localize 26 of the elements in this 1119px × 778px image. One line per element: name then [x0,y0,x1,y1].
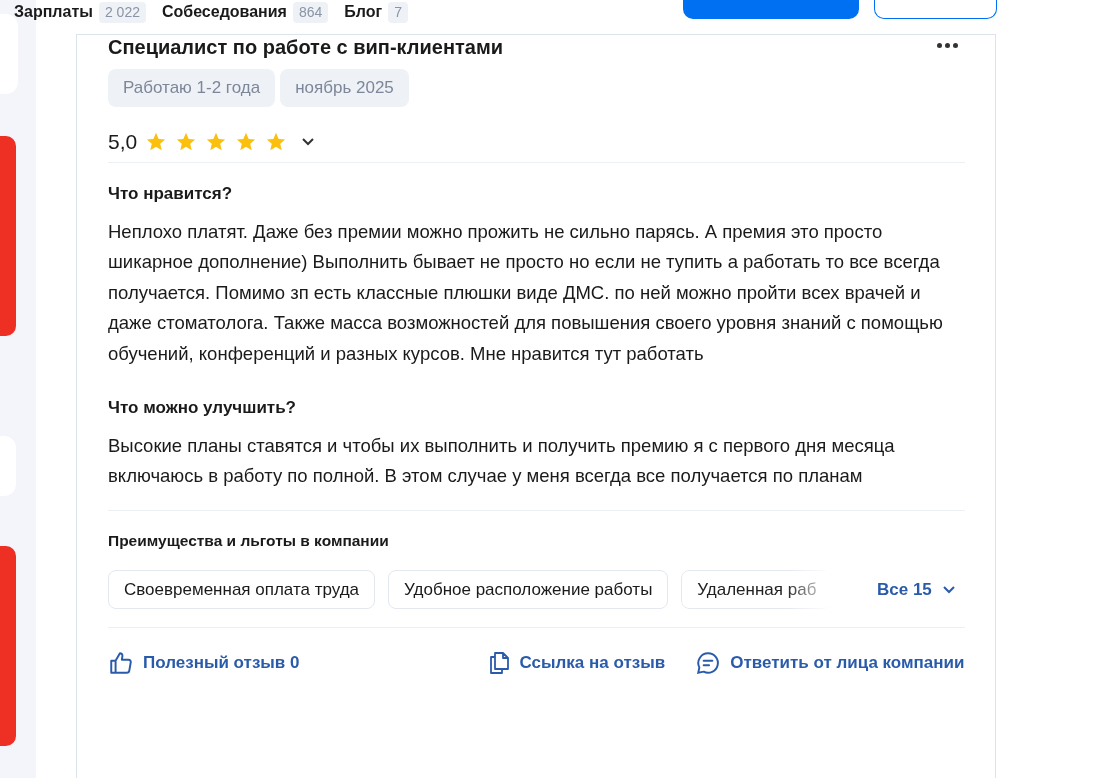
count-badge: 864 [292,1,329,23]
action-link[interactable]: Ссылка на отзыв [486,650,666,677]
chevron-down-icon [941,584,956,595]
benefit-chip: Своевременная оплата труда [108,570,376,610]
review-title: Специалист по работе с вип-клиентами [108,35,504,59]
nav-link[interactable]: Собеседования [161,0,287,24]
section-heading: Что можно улучшить? [108,397,297,420]
action-link[interactable]: Ответить от лица компании [695,650,965,677]
nav-link[interactable]: Блог [344,0,383,24]
thumbs-up-icon [108,650,134,677]
count-badge: 2 022 [98,1,146,23]
review-text: Неплохо платят. Даже без премии можно прожить не сильно парясь. А премия это просто шикарное дополнение) Выполнить бывает не просто но если не тупить а работать то все всегда получается. Помимо зп есть классные плюшки виде ДМС. по ней можно пройти всех врачей и даже стоматолога. Также масса возможностей для повышения своего уровня знаний с помощью обучений, конференций и разных курсов. Мне нравится тут работать [108,220,944,366]
count-badge: 7 [388,1,408,23]
section-heading: Что нравится? [108,183,234,205]
tag: ноябрь 2025 [280,69,409,107]
rating-value: 5,0 [108,128,138,155]
benefit-chip: Удобное расположение работы [388,570,669,610]
review-text: Высокие планы ставятся и чтобы их выполнить и получить премию я с первого дня месяца включаюсь в работу по полной. В этом случае у меня всегда все получается по планам [108,434,896,489]
action-link[interactable]: Полезный отзыв 0 [108,650,300,677]
benefits-heading: Преимущества и льготы в компании [108,530,390,551]
chevron-down-icon[interactable] [301,136,316,147]
tag: Работаю 1-2 года [108,69,276,107]
chat-icon [695,650,722,677]
nav-link[interactable]: Зарплаты [14,0,93,24]
show-all-button[interactable]: Все 15 [877,576,956,603]
more-icon[interactable] [935,41,960,50]
